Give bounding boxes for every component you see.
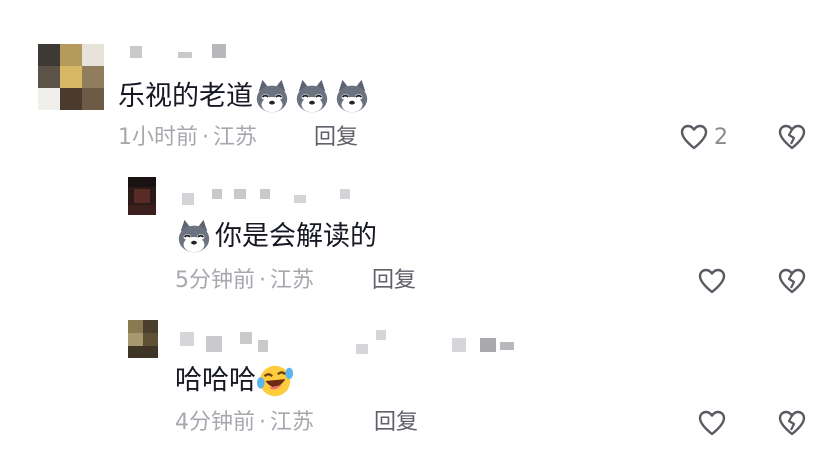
heart-icon <box>680 124 708 150</box>
reply-comment-1: 你是会解读的 5分钟前 · 江苏 回复 <box>0 160 830 310</box>
reply-button[interactable]: 回复 <box>314 123 358 153</box>
username-blurred[interactable] <box>182 185 362 205</box>
comment-text: 哈哈哈 <box>175 362 296 400</box>
avatar[interactable] <box>128 320 158 358</box>
dislike-button[interactable] <box>778 410 806 440</box>
comment-body: 哈哈哈 <box>175 365 256 396</box>
like-button[interactable]: 2 <box>680 124 728 150</box>
meta-separator: · <box>259 410 266 435</box>
comment-time: 1小时前 <box>118 125 198 150</box>
comment-meta: 4分钟前 · 江苏 <box>175 408 314 438</box>
dislike-button[interactable] <box>778 268 806 298</box>
meta-separator: · <box>259 268 266 293</box>
like-button[interactable] <box>698 410 726 436</box>
broken-heart-icon <box>778 410 806 436</box>
reply-button[interactable]: 回复 <box>372 266 416 296</box>
comment-body: 你是会解读的 <box>215 221 377 252</box>
comment-text: 乐视的老道 <box>118 78 373 116</box>
broken-heart-icon <box>778 124 806 150</box>
avatar[interactable] <box>128 177 156 215</box>
husky-dog-emoji <box>336 79 368 113</box>
comment-1: 乐视的老道 1小时前 · 江苏 回复 2 <box>0 0 830 160</box>
comment-body: 乐视的老道 <box>118 81 253 112</box>
like-button[interactable] <box>698 268 726 294</box>
laughing-tears-emoji <box>256 365 294 397</box>
reply-comment-2: 哈哈哈 4分钟前 · 江苏 回复 <box>0 310 830 472</box>
comment-time: 5分钟前 <box>175 268 255 293</box>
comment-location: 江苏 <box>270 268 315 293</box>
husky-dog-emoji <box>256 79 288 113</box>
comment-text: 你是会解读的 <box>175 218 377 256</box>
comment-time: 4分钟前 <box>175 410 255 435</box>
comment-location: 江苏 <box>270 410 315 435</box>
husky-dog-emoji <box>296 79 328 113</box>
like-count: 2 <box>714 124 728 150</box>
username-blurred[interactable] <box>130 44 240 64</box>
comment-meta: 5分钟前 · 江苏 <box>175 266 314 296</box>
husky-dog-emoji <box>178 219 210 253</box>
comment-meta: 1小时前 · 江苏 <box>118 123 257 153</box>
heart-icon <box>698 410 726 436</box>
broken-heart-icon <box>778 268 806 294</box>
avatar[interactable] <box>38 44 104 110</box>
meta-separator: · <box>202 125 209 150</box>
heart-icon <box>698 268 726 294</box>
reply-button[interactable]: 回复 <box>374 408 418 438</box>
comment-location: 江苏 <box>213 125 258 150</box>
dislike-button[interactable] <box>778 124 806 154</box>
username-blurred[interactable] <box>180 330 530 354</box>
